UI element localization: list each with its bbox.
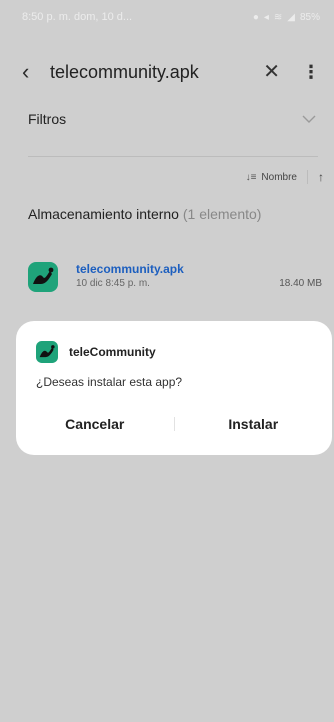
status-icons: ● ◂ ≋ ◢ 85% bbox=[253, 12, 320, 23]
more-icon[interactable]: ⋮ bbox=[302, 63, 320, 81]
file-date: 10 dic 8:45 p. m. bbox=[76, 278, 150, 289]
section-title: Almacenamiento interno bbox=[28, 206, 179, 222]
mute-icon: ● bbox=[252, 11, 259, 23]
battery-level: 85% bbox=[299, 11, 320, 23]
sort-row: ↓≡ Nombre ↑ bbox=[246, 166, 324, 188]
filters-label: Filtros bbox=[28, 111, 67, 127]
file-name: telecommunity.apk bbox=[76, 262, 184, 276]
filters-row[interactable]: Filtros bbox=[0, 104, 334, 134]
signal-icon: ◢ bbox=[287, 11, 295, 23]
status-time: 8:50 p. m. dom, 10 d... bbox=[22, 11, 133, 23]
page-title: telecommunity.apk bbox=[50, 61, 199, 82]
sort-label[interactable]: Nombre bbox=[261, 172, 297, 183]
divider bbox=[28, 156, 318, 157]
install-dialog: teleCommunity ¿Deseas instalar esta app?… bbox=[16, 321, 332, 455]
file-list-item[interactable]: telecommunity.apk 10 dic 8:45 p. m. 18.4… bbox=[28, 260, 322, 296]
section-count: (1 elemento) bbox=[182, 206, 262, 222]
app-bar: ‹ telecommunity.apk ✕ ⋮ bbox=[0, 52, 334, 92]
file-size: 18.40 MB bbox=[279, 278, 322, 289]
back-icon[interactable]: ‹ bbox=[22, 61, 50, 83]
dialog-app-icon bbox=[36, 341, 58, 363]
wifi-icon: ≋ bbox=[273, 11, 283, 23]
close-icon[interactable]: ✕ bbox=[263, 62, 280, 82]
sort-icon[interactable]: ↓≡ bbox=[246, 172, 257, 183]
sort-direction-up-icon[interactable]: ↑ bbox=[318, 170, 324, 184]
cancel-button[interactable]: Cancelar bbox=[16, 416, 174, 432]
status-bar: 8:50 p. m. dom, 10 d... ● ◂ ≋ ◢ 85% bbox=[0, 0, 334, 34]
install-button[interactable]: Instalar bbox=[175, 416, 333, 432]
dialog-buttons: Cancelar Instalar bbox=[16, 409, 332, 439]
sort-divider bbox=[307, 170, 308, 184]
dialog-app-name: teleCommunity bbox=[69, 345, 156, 359]
chevron-down-icon[interactable] bbox=[302, 114, 316, 124]
volume-icon: ◂ bbox=[263, 11, 269, 23]
section-header: Almacenamiento interno (1 elemento) bbox=[28, 206, 261, 222]
dialog-question: ¿Deseas instalar esta app? bbox=[36, 375, 183, 389]
app-icon bbox=[28, 262, 58, 292]
